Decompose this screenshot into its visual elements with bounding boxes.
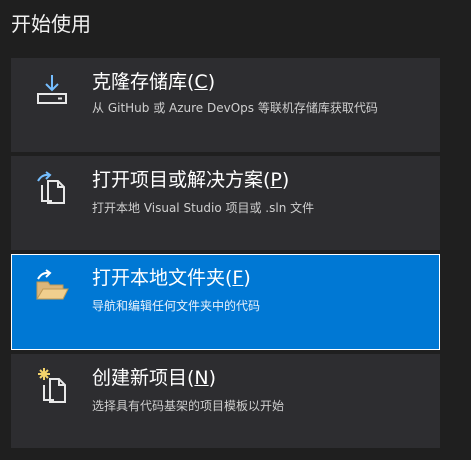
open-folder-icon <box>32 265 72 305</box>
access-key: N <box>194 367 209 389</box>
access-key: F <box>232 267 244 289</box>
card-description: 导航和编辑任何文件夹中的代码 <box>92 299 261 313</box>
new-project-icon <box>32 365 72 405</box>
card-title: 打开项目或解决方案(P) <box>92 169 290 191</box>
card-description: 选择具有代码基架的项目模板以开始 <box>92 399 285 413</box>
open-file-icon <box>32 167 72 207</box>
clone-repository-button[interactable]: 克隆存储库(C) 从 GitHub 或 Azure DevOps 等联机存储库获… <box>11 58 440 152</box>
open-project-button[interactable]: 打开项目或解决方案(P) 打开本地 Visual Studio 项目或 .sln… <box>11 156 440 250</box>
card-description: 从 GitHub 或 Azure DevOps 等联机存储库获取代码 <box>92 101 378 115</box>
download-drive-icon <box>32 69 72 109</box>
section-title: 开始使用 <box>11 12 91 36</box>
open-local-folder-button[interactable]: 打开本地文件夹(F) 导航和编辑任何文件夹中的代码 <box>11 254 440 350</box>
card-description: 打开本地 Visual Studio 项目或 .sln 文件 <box>92 201 315 215</box>
access-key: P <box>270 169 282 191</box>
card-title: 创建新项目(N) <box>92 367 217 389</box>
access-key: C <box>194 71 208 93</box>
get-started-panel: 开始使用 克隆存储库(C) 从 GitHub 或 Azure DevOps 等联… <box>0 0 471 460</box>
card-title: 打开本地文件夹(F) <box>92 267 251 289</box>
create-new-project-button[interactable]: 创建新项目(N) 选择具有代码基架的项目模板以开始 <box>11 354 440 448</box>
card-title: 克隆存储库(C) <box>92 71 216 93</box>
